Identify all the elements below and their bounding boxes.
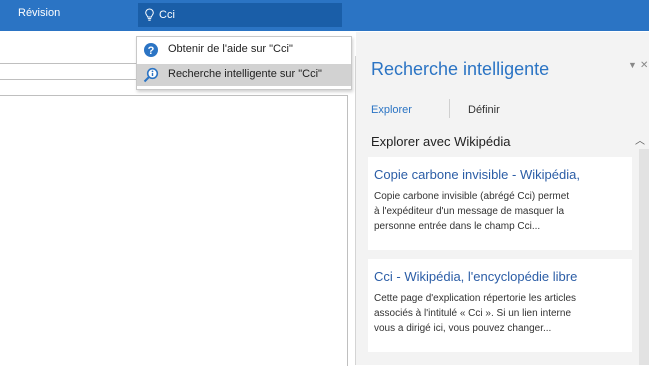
help-question-icon: ? (143, 42, 159, 61)
scrollbar[interactable] (639, 149, 649, 365)
snippet-line: vous a dirigé ici, vous pouvez changer..… (374, 323, 552, 334)
result-card[interactable]: Cci - Wikipédia, l'encyclopédie libre Ce… (368, 259, 632, 352)
top-bar: Révision (0, 0, 649, 32)
smart-lookup-pane: Recherche intelligente ▼ ✕ Explorer Défi… (356, 32, 649, 365)
ribbon-bar: Révision (0, 0, 649, 31)
tab-explore[interactable]: Explorer (371, 104, 412, 116)
snippet-line: personne entrée dans le champ Cci... (374, 221, 541, 232)
result-title[interactable]: Cci - Wikipédia, l'encyclopédie libre (374, 269, 577, 284)
ribbon-tab-revision[interactable]: Révision (18, 7, 60, 19)
dropdown-item-smart-lookup[interactable]: Recherche intelligente sur "Cci" (137, 64, 351, 86)
tell-me-dropdown: ? Obtenir de l'aide sur "Cci" Recherche … (136, 36, 352, 90)
document-page[interactable] (0, 95, 348, 366)
snippet-line: Cette page d'explication répertorie les … (374, 293, 577, 304)
snippet-line: Copie carbone invisible (abrégé Cci) per… (374, 191, 570, 202)
result-card[interactable]: Copie carbone invisible - Wikipédia, Cop… (368, 157, 632, 250)
result-snippet: Copie carbone invisible (abrégé Cci) per… (374, 189, 630, 234)
tell-me-box[interactable] (138, 3, 342, 27)
pane-title: Recherche intelligente (371, 59, 550, 79)
lightbulb-icon (144, 8, 155, 25)
dropdown-item-label: Obtenir de l'aide sur "Cci" (168, 43, 293, 55)
dropdown-item-label: Recherche intelligente sur "Cci" (168, 68, 322, 80)
chevron-down-icon[interactable]: ▼ (628, 60, 637, 70)
tell-me-input[interactable] (159, 6, 329, 23)
result-snippet: Cette page d'explication répertorie les … (374, 291, 630, 336)
snippet-line: associés à l'intitulé « Cci ». Si un lie… (374, 308, 572, 319)
close-icon[interactable]: ✕ (640, 60, 648, 71)
svg-text:?: ? (148, 45, 155, 57)
dropdown-item-help[interactable]: ? Obtenir de l'aide sur "Cci" (137, 39, 351, 61)
section-title: Explorer avec Wikipédia (371, 134, 511, 149)
tab-define[interactable]: Définir (468, 104, 500, 116)
result-title[interactable]: Copie carbone invisible - Wikipédia, (374, 167, 580, 182)
snippet-line: à l'expéditeur d'un message de masquer l… (374, 206, 565, 217)
scroll-up-icon[interactable]: ︿ (635, 132, 645, 147)
tab-divider (449, 99, 450, 118)
smart-lookup-icon (143, 67, 159, 86)
